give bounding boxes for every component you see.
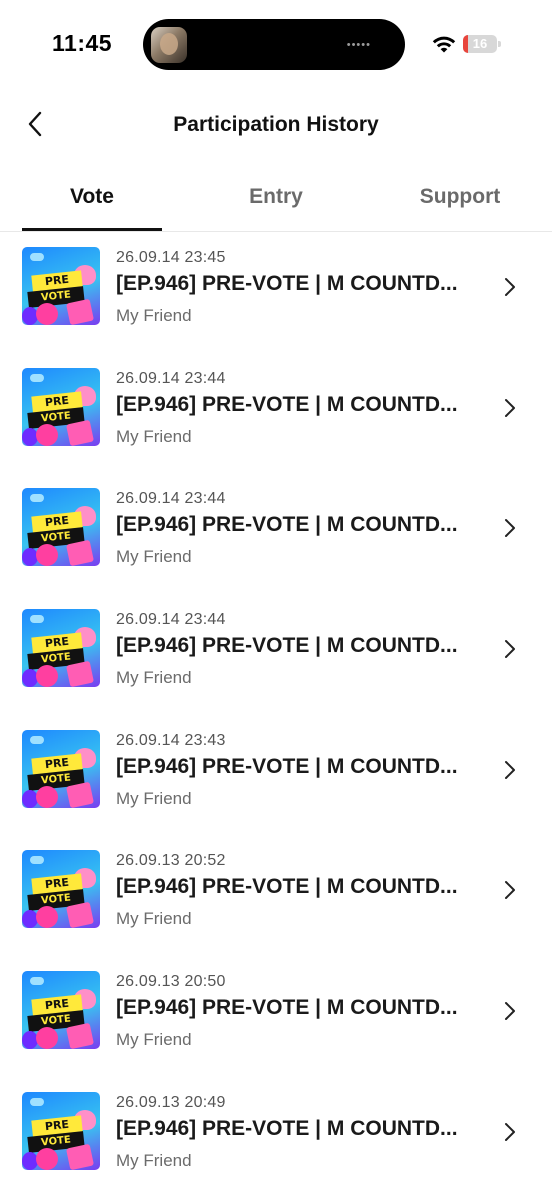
item-date: 26.09.13 20:52 xyxy=(116,852,226,870)
battery-percent: 16 xyxy=(472,36,488,51)
battery-icon: 16 xyxy=(463,35,497,53)
item-subtitle: My Friend xyxy=(116,1150,192,1170)
item-subtitle: My Friend xyxy=(116,788,192,808)
item-title: [EP.946] PRE-VOTE | M COUNTD... xyxy=(116,634,458,658)
item-title: [EP.946] PRE-VOTE | M COUNTD... xyxy=(116,392,458,416)
list-item[interactable]: PRE VOTE 26.09.13 20:50 [EP.946] PRE-VOT… xyxy=(0,956,552,1077)
tab-support[interactable]: Support xyxy=(390,170,530,231)
pre-vote-thumbnail: PRE VOTE xyxy=(22,367,100,446)
thumb-decoration xyxy=(36,423,58,446)
thumb-decoration xyxy=(65,660,95,688)
item-title: [EP.946] PRE-VOTE | M COUNTD... xyxy=(116,875,458,899)
item-subtitle: My Friend xyxy=(116,547,192,567)
list-item[interactable]: PRE VOTE 26.09.14 23:43 [EP.946] PRE-VOT… xyxy=(0,715,552,836)
tab-entry[interactable]: Entry xyxy=(206,170,346,231)
thumb-decoration xyxy=(30,856,44,865)
list-item[interactable]: PRE VOTE 26.09.14 23:44 [EP.946] PRE-VOT… xyxy=(0,353,552,474)
item-subtitle: My Friend xyxy=(116,1030,192,1050)
item-subtitle: My Friend xyxy=(116,426,192,446)
item-subtitle: My Friend xyxy=(116,909,192,929)
battery-cap xyxy=(498,41,501,47)
wifi-icon xyxy=(432,36,456,53)
pre-vote-thumbnail: PRE VOTE xyxy=(22,247,100,325)
island-dots: ••••• xyxy=(346,39,371,51)
chevron-right-icon[interactable] xyxy=(500,1000,520,1022)
item-date: 26.09.14 23:45 xyxy=(116,249,226,266)
thumb-decoration xyxy=(36,785,58,808)
tab-bar: Vote Entry Support xyxy=(0,170,552,232)
thumb-decoration xyxy=(30,253,44,261)
pre-vote-thumbnail: PRE VOTE xyxy=(22,609,100,688)
thumb-decoration xyxy=(65,419,95,446)
thumb-decoration xyxy=(65,540,95,567)
pre-vote-thumbnail: PRE VOTE xyxy=(22,488,100,567)
thumb-decoration xyxy=(30,373,44,382)
thumb-decoration xyxy=(65,298,95,325)
thumb-decoration xyxy=(30,1097,44,1106)
thumb-decoration xyxy=(65,902,95,929)
thumb-decoration xyxy=(36,906,58,929)
item-date: 26.09.14 23:43 xyxy=(116,731,226,749)
list-item[interactable]: PRE VOTE 26.09.13 20:49 [EP.946] PRE-VOT… xyxy=(0,1077,552,1198)
thumb-decoration xyxy=(30,977,44,986)
item-date: 26.09.14 23:44 xyxy=(116,369,226,387)
thumb-decoration xyxy=(36,1027,58,1050)
thumb-decoration xyxy=(30,494,44,503)
chevron-right-icon[interactable] xyxy=(500,397,520,419)
list-item[interactable]: PRE VOTE 26.09.14 23:44 [EP.946] PRE-VOT… xyxy=(0,594,552,715)
item-title: [EP.946] PRE-VOTE | M COUNTD... xyxy=(116,513,458,537)
item-subtitle: My Friend xyxy=(116,668,192,688)
thumb-decoration xyxy=(36,544,58,567)
item-date: 26.09.14 23:44 xyxy=(116,490,226,508)
active-tab-indicator xyxy=(22,228,162,231)
status-time: 11:45 xyxy=(52,30,113,56)
pre-vote-thumbnail: PRE VOTE xyxy=(22,1091,100,1170)
chevron-right-icon[interactable] xyxy=(500,517,520,539)
chevron-right-icon[interactable] xyxy=(500,759,520,781)
item-title: [EP.946] PRE-VOTE | M COUNTD... xyxy=(116,996,458,1020)
item-date: 26.09.13 20:50 xyxy=(116,973,226,991)
thumb-decoration xyxy=(30,735,44,744)
header: Participation History xyxy=(0,96,552,154)
pre-vote-thumbnail: PRE VOTE xyxy=(22,729,100,808)
chevron-right-icon[interactable] xyxy=(500,1121,520,1143)
thumb-decoration xyxy=(36,1147,58,1170)
item-title: [EP.946] PRE-VOTE | M COUNTD... xyxy=(116,1116,458,1140)
chevron-right-icon[interactable] xyxy=(500,276,520,298)
live-activity-avatar xyxy=(151,27,187,63)
chevron-right-icon[interactable] xyxy=(500,638,520,660)
thumb-decoration xyxy=(65,1022,95,1050)
dynamic-island[interactable]: ••••• xyxy=(143,19,405,70)
list-item[interactable]: PRE VOTE 26.09.13 20:52 [EP.946] PRE-VOT… xyxy=(0,835,552,956)
pre-vote-thumbnail: PRE VOTE xyxy=(22,971,100,1050)
list-item[interactable]: PRE VOTE 26.09.14 23:45 [EP.946] PRE-VOT… xyxy=(0,232,552,353)
participation-list: PRE VOTE 26.09.14 23:45 [EP.946] PRE-VOT… xyxy=(0,232,552,1198)
item-title: [EP.946] PRE-VOTE | M COUNTD... xyxy=(116,754,458,778)
tab-vote[interactable]: Vote xyxy=(22,170,162,231)
pre-vote-thumbnail: PRE VOTE xyxy=(22,850,100,929)
item-date: 26.09.14 23:44 xyxy=(116,611,226,629)
item-title: [EP.946] PRE-VOTE | M COUNTD... xyxy=(116,272,458,295)
thumb-decoration xyxy=(65,1143,95,1170)
item-subtitle: My Friend xyxy=(116,306,192,325)
list-item[interactable]: PRE VOTE 26.09.14 23:44 [EP.946] PRE-VOT… xyxy=(0,473,552,594)
status-bar: 11:45 ••••• 16 xyxy=(0,0,552,88)
thumb-decoration xyxy=(30,615,44,624)
thumb-decoration xyxy=(65,781,95,808)
page-title: Participation History xyxy=(173,113,379,136)
item-date: 26.09.13 20:49 xyxy=(116,1093,226,1111)
thumb-decoration xyxy=(36,303,58,325)
chevron-right-icon[interactable] xyxy=(500,879,520,901)
thumb-decoration xyxy=(36,665,58,688)
